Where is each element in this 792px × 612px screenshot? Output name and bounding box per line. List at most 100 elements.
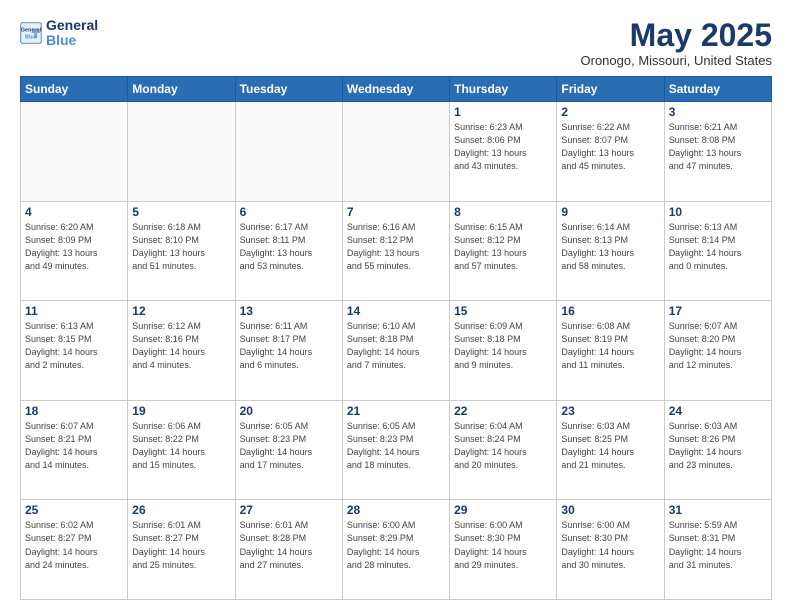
day-number: 23 bbox=[561, 404, 659, 418]
day-info: Sunrise: 6:13 AM Sunset: 8:14 PM Dayligh… bbox=[669, 221, 767, 273]
day-info: Sunrise: 6:10 AM Sunset: 8:18 PM Dayligh… bbox=[347, 320, 445, 372]
day-number: 21 bbox=[347, 404, 445, 418]
header: General Blue General Blue May 2025 Orono… bbox=[20, 18, 772, 68]
calendar-cell: 16 Sunrise: 6:08 AM Sunset: 8:19 PM Dayli… bbox=[557, 301, 664, 401]
day-number: 7 bbox=[347, 205, 445, 219]
day-info: Sunrise: 6:01 AM Sunset: 8:27 PM Dayligh… bbox=[132, 519, 230, 571]
day-info: Sunrise: 6:13 AM Sunset: 8:15 PM Dayligh… bbox=[25, 320, 123, 372]
day-number: 19 bbox=[132, 404, 230, 418]
calendar-row-4: 25 Sunrise: 6:02 AM Sunset: 8:27 PM Dayli… bbox=[21, 500, 772, 600]
day-number: 4 bbox=[25, 205, 123, 219]
calendar-cell: 8 Sunrise: 6:15 AM Sunset: 8:12 PM Daylig… bbox=[450, 201, 557, 301]
day-info: Sunrise: 6:20 AM Sunset: 8:09 PM Dayligh… bbox=[25, 221, 123, 273]
calendar-table: SundayMondayTuesdayWednesdayThursdayFrid… bbox=[20, 76, 772, 600]
day-number: 24 bbox=[669, 404, 767, 418]
day-number: 28 bbox=[347, 503, 445, 517]
day-info: Sunrise: 6:04 AM Sunset: 8:24 PM Dayligh… bbox=[454, 420, 552, 472]
logo-line1: General bbox=[46, 18, 98, 33]
calendar-cell: 31 Sunrise: 5:59 AM Sunset: 8:31 PM Dayli… bbox=[664, 500, 771, 600]
calendar-cell bbox=[128, 102, 235, 202]
calendar-cell: 1 Sunrise: 6:23 AM Sunset: 8:06 PM Daylig… bbox=[450, 102, 557, 202]
calendar-header-wednesday: Wednesday bbox=[342, 77, 449, 102]
day-number: 9 bbox=[561, 205, 659, 219]
day-number: 1 bbox=[454, 105, 552, 119]
day-number: 13 bbox=[240, 304, 338, 318]
day-number: 11 bbox=[25, 304, 123, 318]
calendar-cell: 29Sunrise: 6:00 AM Sunset: 8:30 PM Dayli… bbox=[450, 500, 557, 600]
day-number: 6 bbox=[240, 205, 338, 219]
calendar-row-2: 11 Sunrise: 6:13 AM Sunset: 8:15 PM Dayli… bbox=[21, 301, 772, 401]
day-number: 16 bbox=[561, 304, 659, 318]
day-info: Sunrise: 5:59 AM Sunset: 8:31 PM Dayligh… bbox=[669, 519, 767, 571]
calendar-cell: 15Sunrise: 6:09 AM Sunset: 8:18 PM Dayli… bbox=[450, 301, 557, 401]
day-info: Sunrise: 6:14 AM Sunset: 8:13 PM Dayligh… bbox=[561, 221, 659, 273]
day-number: 8 bbox=[454, 205, 552, 219]
calendar-cell: 3Sunrise: 6:21 AM Sunset: 8:08 PM Daylig… bbox=[664, 102, 771, 202]
day-info: Sunrise: 6:02 AM Sunset: 8:27 PM Dayligh… bbox=[25, 519, 123, 571]
day-number: 20 bbox=[240, 404, 338, 418]
calendar-header-tuesday: Tuesday bbox=[235, 77, 342, 102]
day-number: 10 bbox=[669, 205, 767, 219]
calendar-cell: 18Sunrise: 6:07 AM Sunset: 8:21 PM Dayli… bbox=[21, 400, 128, 500]
calendar-header-thursday: Thursday bbox=[450, 77, 557, 102]
day-info: Sunrise: 6:18 AM Sunset: 8:10 PM Dayligh… bbox=[132, 221, 230, 273]
day-number: 12 bbox=[132, 304, 230, 318]
calendar-header-monday: Monday bbox=[128, 77, 235, 102]
calendar-cell: 24 Sunrise: 6:03 AM Sunset: 8:26 PM Dayli… bbox=[664, 400, 771, 500]
calendar-cell: 14 Sunrise: 6:10 AM Sunset: 8:18 PM Dayli… bbox=[342, 301, 449, 401]
calendar-header-friday: Friday bbox=[557, 77, 664, 102]
day-number: 25 bbox=[25, 503, 123, 517]
calendar-cell: 20Sunrise: 6:05 AM Sunset: 8:23 PM Dayli… bbox=[235, 400, 342, 500]
day-number: 2 bbox=[561, 105, 659, 119]
calendar-cell: 13Sunrise: 6:11 AM Sunset: 8:17 PM Dayli… bbox=[235, 301, 342, 401]
day-number: 15 bbox=[454, 304, 552, 318]
calendar-row-1: 4 Sunrise: 6:20 AM Sunset: 8:09 PM Daylig… bbox=[21, 201, 772, 301]
calendar-cell: 21Sunrise: 6:05 AM Sunset: 8:23 PM Dayli… bbox=[342, 400, 449, 500]
main-title: May 2025 bbox=[581, 18, 772, 53]
day-info: Sunrise: 6:03 AM Sunset: 8:26 PM Dayligh… bbox=[669, 420, 767, 472]
calendar-cell: 7Sunrise: 6:16 AM Sunset: 8:12 PM Daylig… bbox=[342, 201, 449, 301]
day-number: 26 bbox=[132, 503, 230, 517]
logo-text: General Blue bbox=[46, 18, 98, 49]
day-number: 18 bbox=[25, 404, 123, 418]
day-number: 31 bbox=[669, 503, 767, 517]
calendar-cell: 11 Sunrise: 6:13 AM Sunset: 8:15 PM Dayli… bbox=[21, 301, 128, 401]
page: General Blue General Blue May 2025 Orono… bbox=[0, 0, 792, 612]
logo: General Blue General Blue bbox=[20, 18, 98, 49]
day-info: Sunrise: 6:01 AM Sunset: 8:28 PM Dayligh… bbox=[240, 519, 338, 571]
logo-line2: Blue bbox=[46, 32, 76, 48]
calendar-cell: 28 Sunrise: 6:00 AM Sunset: 8:29 PM Dayli… bbox=[342, 500, 449, 600]
calendar-row-0: 1 Sunrise: 6:23 AM Sunset: 8:06 PM Daylig… bbox=[21, 102, 772, 202]
day-number: 27 bbox=[240, 503, 338, 517]
day-number: 29 bbox=[454, 503, 552, 517]
calendar-cell bbox=[235, 102, 342, 202]
calendar-cell: 26 Sunrise: 6:01 AM Sunset: 8:27 PM Dayli… bbox=[128, 500, 235, 600]
day-info: Sunrise: 6:22 AM Sunset: 8:07 PM Dayligh… bbox=[561, 121, 659, 173]
title-block: May 2025 Oronogo, Missouri, United State… bbox=[581, 18, 772, 68]
day-info: Sunrise: 6:23 AM Sunset: 8:06 PM Dayligh… bbox=[454, 121, 552, 173]
day-info: Sunrise: 6:12 AM Sunset: 8:16 PM Dayligh… bbox=[132, 320, 230, 372]
day-info: Sunrise: 6:06 AM Sunset: 8:22 PM Dayligh… bbox=[132, 420, 230, 472]
calendar-row-3: 18Sunrise: 6:07 AM Sunset: 8:21 PM Dayli… bbox=[21, 400, 772, 500]
day-number: 22 bbox=[454, 404, 552, 418]
logo-icon: General Blue bbox=[20, 22, 42, 44]
calendar-header-row: SundayMondayTuesdayWednesdayThursdayFrid… bbox=[21, 77, 772, 102]
day-info: Sunrise: 6:21 AM Sunset: 8:08 PM Dayligh… bbox=[669, 121, 767, 173]
calendar-cell: 12 Sunrise: 6:12 AM Sunset: 8:16 PM Dayli… bbox=[128, 301, 235, 401]
calendar-cell: 9 Sunrise: 6:14 AM Sunset: 8:13 PM Daylig… bbox=[557, 201, 664, 301]
day-info: Sunrise: 6:17 AM Sunset: 8:11 PM Dayligh… bbox=[240, 221, 338, 273]
day-number: 5 bbox=[132, 205, 230, 219]
day-info: Sunrise: 6:00 AM Sunset: 8:29 PM Dayligh… bbox=[347, 519, 445, 571]
calendar-cell: 10 Sunrise: 6:13 AM Sunset: 8:14 PM Dayli… bbox=[664, 201, 771, 301]
calendar-header-saturday: Saturday bbox=[664, 77, 771, 102]
calendar-cell: 30Sunrise: 6:00 AM Sunset: 8:30 PM Dayli… bbox=[557, 500, 664, 600]
calendar-cell bbox=[21, 102, 128, 202]
day-info: Sunrise: 6:07 AM Sunset: 8:20 PM Dayligh… bbox=[669, 320, 767, 372]
day-info: Sunrise: 6:08 AM Sunset: 8:19 PM Dayligh… bbox=[561, 320, 659, 372]
day-info: Sunrise: 6:15 AM Sunset: 8:12 PM Dayligh… bbox=[454, 221, 552, 273]
calendar-cell bbox=[342, 102, 449, 202]
calendar-cell: 17Sunrise: 6:07 AM Sunset: 8:20 PM Dayli… bbox=[664, 301, 771, 401]
day-info: Sunrise: 6:00 AM Sunset: 8:30 PM Dayligh… bbox=[561, 519, 659, 571]
calendar-header-sunday: Sunday bbox=[21, 77, 128, 102]
day-number: 14 bbox=[347, 304, 445, 318]
